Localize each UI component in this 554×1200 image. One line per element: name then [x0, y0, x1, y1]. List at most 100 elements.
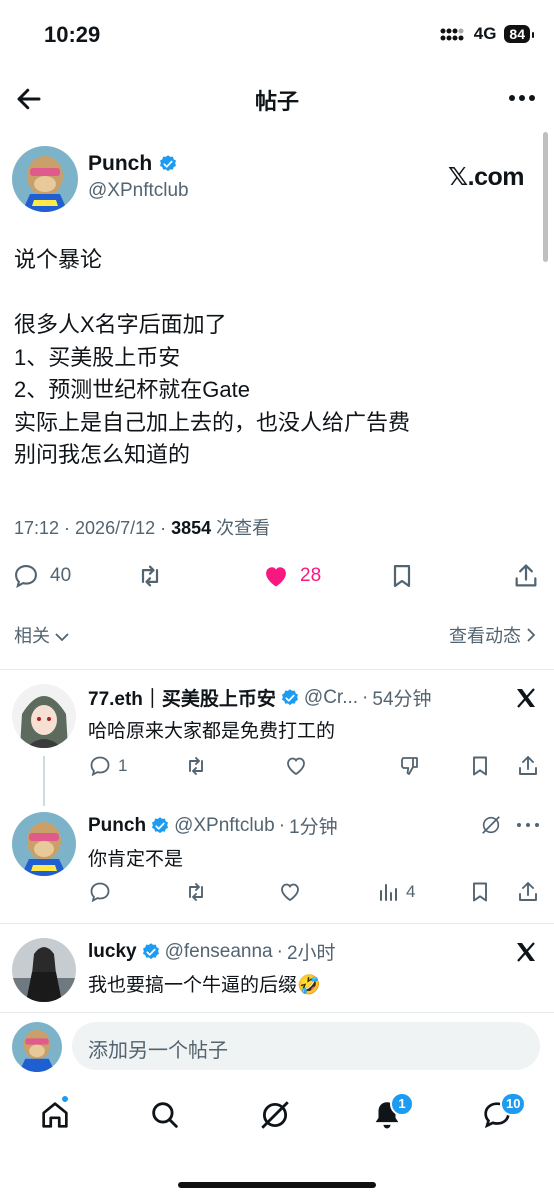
post-author: Punch @XPnftclub 𝕏.com — [12, 146, 532, 216]
reply-text: 哈哈原来大家都是免费打工的 — [88, 721, 336, 742]
reply-time: 2小时 — [286, 943, 336, 964]
reply-author-name[interactable]: lucky — [88, 941, 137, 963]
post-meta: 17:12 · 2026/7/12 · 3854 次查看 — [14, 514, 270, 540]
status-time: 10:29 — [44, 22, 101, 47]
signal-icon — [440, 28, 464, 41]
reply-count: 1 — [118, 756, 128, 775]
share-icon — [515, 564, 537, 587]
bookmark-icon — [473, 882, 487, 902]
reply-button[interactable] — [88, 880, 112, 904]
post-line: 实际上是自己加上去的，也没人给广告费 — [14, 409, 411, 435]
bookmark-icon — [473, 756, 487, 776]
avatar — [12, 1022, 62, 1072]
related-label: 相关 — [14, 626, 50, 646]
avatar[interactable] — [12, 146, 78, 212]
scrollbar[interactable] — [543, 132, 548, 262]
bookmark-icon — [393, 564, 411, 588]
share-button[interactable] — [516, 880, 540, 904]
post-line: 2、预测世纪杯就在Gate — [14, 377, 250, 402]
divider — [0, 669, 554, 670]
avatar[interactable] — [12, 938, 76, 1002]
chevron-right-icon — [527, 628, 536, 642]
view-count: 3854 — [171, 518, 212, 538]
reply-icon — [90, 882, 110, 903]
reply-actions: 4 — [88, 880, 538, 910]
x-logo-icon — [517, 688, 535, 708]
dislike-button[interactable] — [398, 754, 422, 778]
post-line: 很多人X名字后面加了 — [14, 312, 227, 337]
related-toggle[interactable]: 相关 — [14, 622, 69, 648]
reply-handle[interactable]: @XPnftclub — [174, 815, 275, 837]
share-button[interactable] — [512, 562, 540, 590]
repost-icon — [189, 757, 203, 775]
like-button[interactable] — [284, 754, 308, 778]
post-line — [14, 277, 534, 310]
heart-icon — [287, 757, 305, 776]
view-activity-link[interactable]: 查看动态 — [449, 622, 536, 648]
repost-button[interactable] — [184, 754, 208, 778]
bottom-tab-bar: 1 10 — [0, 1090, 554, 1150]
reply-handle[interactable]: @Cr... — [304, 687, 358, 709]
repost-button[interactable] — [136, 562, 164, 590]
tab-messages[interactable]: 10 — [480, 1092, 527, 1132]
home-indicator — [178, 1182, 376, 1188]
tab-notifications[interactable]: 1 — [370, 1092, 414, 1132]
bookmark-button[interactable] — [388, 562, 416, 590]
avatar[interactable] — [12, 812, 76, 876]
source-label: 𝕏.com — [448, 163, 525, 191]
more-icon[interactable] — [516, 820, 540, 830]
status-right: 4G 84 — [440, 24, 534, 44]
repost-icon — [141, 565, 159, 587]
separator-dot: · — [362, 686, 369, 708]
tab-grok[interactable] — [258, 1098, 292, 1132]
more-icon[interactable] — [508, 86, 536, 110]
reply-author-name[interactable]: 77.eth｜买美股上币安 — [88, 684, 276, 711]
verified-badge-icon — [160, 155, 177, 172]
author-handle[interactable]: @XPnftclub — [88, 180, 189, 202]
reply-button[interactable]: 40 — [12, 562, 71, 590]
thumbs-down-icon — [401, 757, 418, 775]
unread-dot — [60, 1094, 70, 1104]
notifications-badge: 1 — [390, 1092, 414, 1116]
status-bar: 10:29 4G 84 — [0, 0, 554, 70]
grok-icon — [261, 1101, 289, 1129]
tab-search[interactable] — [148, 1098, 182, 1132]
view-label: 次查看 — [211, 518, 271, 538]
post-text: 说个暴论 很多人X名字后面加了 1、买美股上币安 2、预测世纪杯就在Gate 实… — [14, 244, 534, 472]
heart-filled-icon — [266, 567, 286, 587]
search-icon — [152, 1102, 178, 1128]
reply-button[interactable]: 1 — [88, 754, 127, 778]
view-activity-label: 查看动态 — [448, 626, 521, 646]
reply-author-name[interactable]: Punch — [88, 815, 146, 837]
tab-home[interactable] — [38, 1094, 72, 1132]
reply-text: 你肯定不是 — [88, 849, 184, 870]
network-label: 4G — [473, 24, 497, 43]
bookmark-button[interactable] — [468, 880, 492, 904]
battery-icon: 84 — [504, 25, 534, 43]
reply-handle[interactable]: @fenseanna — [165, 941, 273, 963]
share-button[interactable] — [516, 754, 540, 778]
compose-input[interactable]: 添加另一个帖子 — [72, 1022, 540, 1070]
repost-button[interactable] — [184, 880, 208, 904]
avatar[interactable] — [12, 684, 76, 748]
messages-badge: 10 — [500, 1092, 527, 1116]
repost-icon — [189, 883, 203, 901]
reply-icon — [15, 565, 37, 588]
top-bar: 帖子 — [0, 74, 554, 122]
grok-icon[interactable] — [480, 814, 502, 836]
views-button[interactable]: 4 — [376, 880, 415, 904]
divider — [0, 923, 554, 924]
reply-header: lucky @fenseanna · 2小时 — [88, 938, 336, 965]
author-name[interactable]: Punch — [88, 152, 152, 176]
views-count: 4 — [406, 882, 416, 901]
reply-actions: 1 — [88, 754, 538, 784]
reply-header: Punch @XPnftclub · 1分钟 — [88, 812, 338, 839]
separator-dot: · — [276, 940, 283, 962]
compose-bar: 添加另一个帖子 — [0, 1018, 554, 1078]
like-button[interactable] — [278, 880, 302, 904]
like-button[interactable]: 28 — [262, 562, 321, 590]
like-count: 28 — [300, 565, 322, 586]
heart-icon — [281, 883, 299, 902]
verified-badge-icon — [152, 816, 169, 833]
bookmark-button[interactable] — [468, 754, 492, 778]
